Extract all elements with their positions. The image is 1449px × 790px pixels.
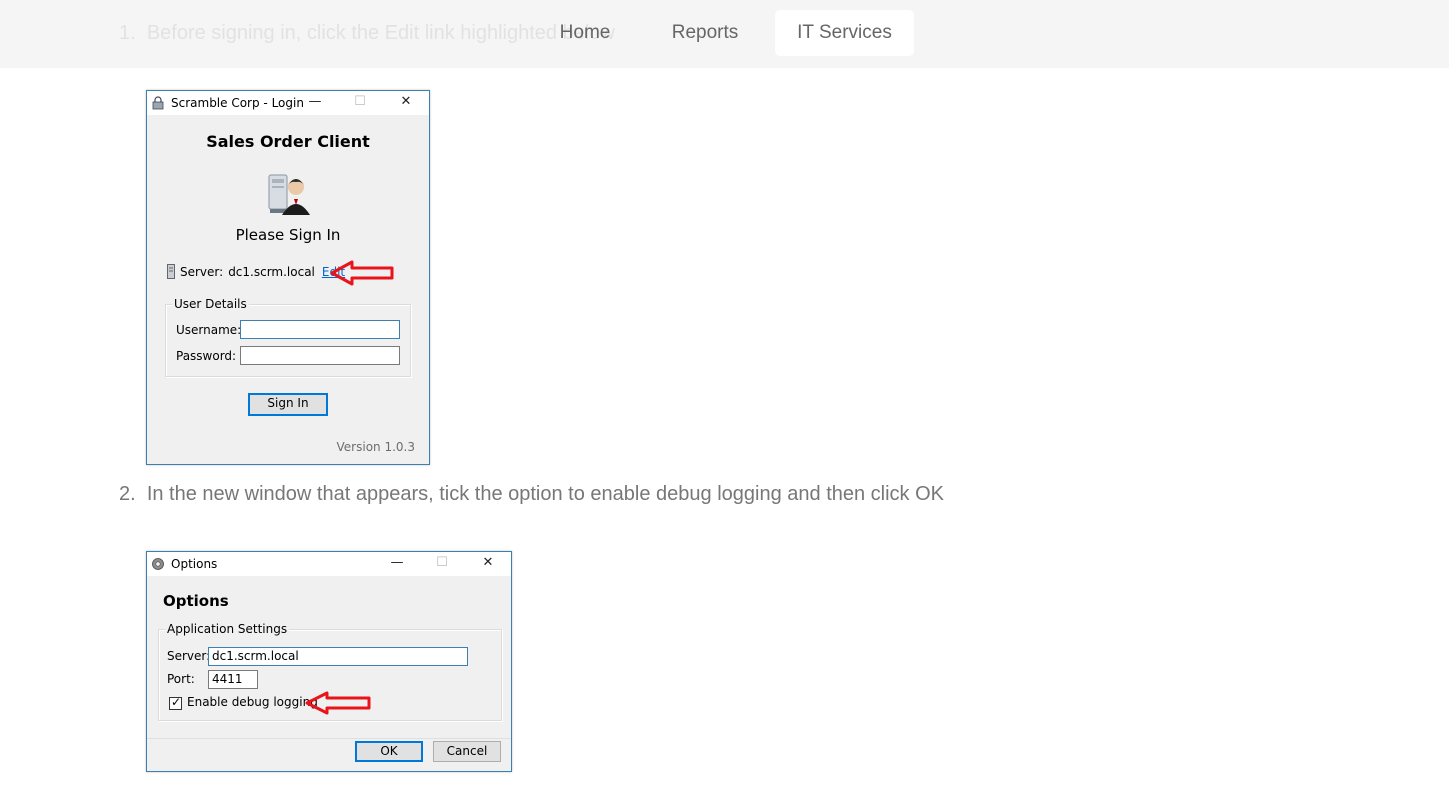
server-input[interactable]: dc1.scrm.local: [208, 647, 468, 666]
username-input[interactable]: [240, 320, 400, 339]
options-window-screenshot: Options — ☐ ✕ Options Application Settin…: [146, 551, 512, 772]
annotation-arrow-icon: [330, 260, 394, 286]
minimize-button[interactable]: —: [374, 552, 420, 576]
annotation-arrow-icon: [305, 691, 371, 715]
top-navbar: 1. Before signing in, click the Edit lin…: [0, 0, 1449, 68]
nav-home[interactable]: Home: [540, 10, 630, 56]
debug-logging-checkbox[interactable]: ✓: [169, 695, 182, 710]
options-heading: Options: [163, 592, 229, 610]
close-button[interactable]: ✕: [383, 91, 429, 115]
login-titlebar: Scramble Corp - Login — ☐ ✕: [147, 91, 429, 115]
version-label: Version 1.0.3: [336, 440, 415, 454]
user-avatar-icon: [268, 174, 310, 215]
server-value: dc1.scrm.local: [228, 264, 315, 279]
server-label: Server:: [180, 264, 224, 279]
nav-it-services[interactable]: IT Services: [775, 10, 914, 56]
port-input[interactable]: 4411: [208, 670, 258, 689]
user-details-legend: User Details: [172, 297, 249, 311]
password-input[interactable]: [240, 346, 400, 365]
login-window-screenshot: Scramble Corp - Login — ☐ ✕ Sales Order …: [146, 90, 430, 465]
server-icon: [167, 264, 175, 279]
server-label: Server:: [167, 649, 211, 663]
ok-button[interactable]: OK: [355, 741, 423, 762]
step-2-text: 2. In the new window that appears, tick …: [119, 483, 945, 505]
sign-in-button[interactable]: Sign In: [248, 393, 328, 416]
cancel-button[interactable]: Cancel: [433, 741, 501, 762]
user-details-group: User Details: [165, 297, 411, 377]
login-window-title: Scramble Corp - Login: [171, 96, 304, 110]
lock-app-icon: [152, 96, 164, 110]
minimize-button[interactable]: —: [292, 91, 338, 115]
debug-logging-label[interactable]: Enable debug logging: [187, 695, 318, 709]
checkmark-icon: ✓: [171, 695, 182, 709]
close-button[interactable]: ✕: [465, 552, 511, 576]
app-title: Sales Order Client: [206, 132, 370, 151]
port-label: Port:: [167, 672, 195, 686]
nav-reports[interactable]: Reports: [660, 10, 750, 56]
maximize-button: ☐: [354, 94, 366, 109]
application-settings-legend: Application Settings: [165, 622, 290, 636]
gear-icon: [152, 558, 164, 570]
sign-in-prompt: Please Sign In: [235, 226, 341, 244]
server-row: Server: dc1.scrm.local Edit: [167, 264, 345, 279]
username-label: Username:: [176, 323, 242, 337]
maximize-button: ☐: [436, 555, 448, 570]
options-window-title: Options: [171, 557, 218, 571]
password-label: Password:: [176, 349, 237, 363]
options-titlebar: Options — ☐ ✕: [147, 552, 511, 576]
